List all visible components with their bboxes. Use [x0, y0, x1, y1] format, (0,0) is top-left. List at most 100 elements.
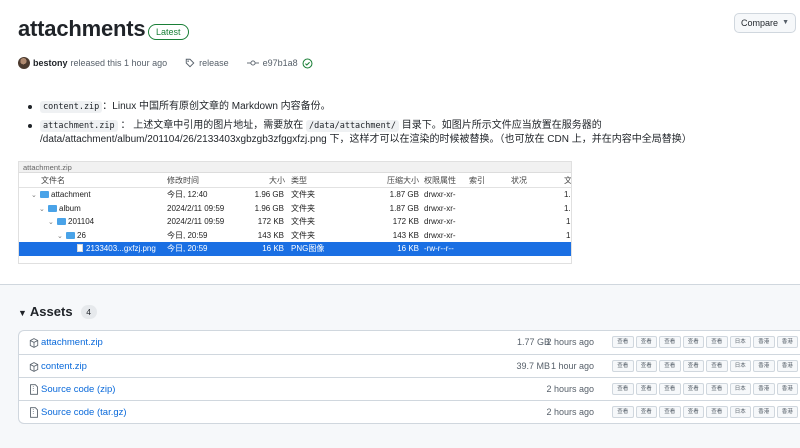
release-notes: content.zip ：Linux 中国所有原创文章的 Markdown 内容备… — [26, 100, 796, 152]
assets-list: attachment.zip 1.77 GB 2 hours ago 查看 查看查… — [18, 330, 800, 424]
file-zip-icon — [30, 407, 38, 418]
mirror-links: 查看 查看 查看 查看 查看 日本 香港 香港 — [612, 336, 798, 348]
col-kind[interactable]: 类型 — [291, 173, 307, 188]
finder-row[interactable]: ⌄ 201104 2024/2/11 09:59 172 KB 文件夹 172 K… — [19, 215, 571, 229]
finder-modified: 2024/2/11 09:59 — [167, 217, 225, 226]
asset-link[interactable]: content.zip — [29, 355, 87, 378]
mirror-link[interactable]: 日本 — [729, 360, 751, 372]
asset-link[interactable]: Source code (zip) — [29, 378, 115, 401]
mirror-link[interactable]: 日本 — [729, 406, 751, 418]
finder-perm: drwxr-xr- — [424, 203, 456, 213]
asset-name: Source code (zip) — [41, 384, 116, 395]
mirror-link[interactable]: 查看 — [659, 360, 681, 372]
finder-size: 172 KB — [257, 217, 284, 226]
asset-time: 2 hours ago — [546, 337, 594, 347]
tag-icon — [185, 58, 195, 68]
finder-row[interactable]: ⌄ album 2024/2/11 09:59 1.96 GB 文件夹 1.87 … — [19, 202, 571, 216]
finder-extra: 1 — [566, 230, 571, 240]
mirror-link[interactable]: 查看 — [635, 360, 657, 372]
finder-row[interactable]: ⌄ 26 今日, 20:59 143 KB 文件夹 143 KB drwxr-xr… — [19, 229, 571, 243]
note-text: ： 上述文章中引用的图片地址，需要放在 — [120, 120, 304, 131]
folder-icon — [57, 218, 66, 225]
assets-toggle[interactable]: ▼ Assets 4 — [18, 304, 97, 319]
note-item: content.zip ：Linux 中国所有原创文章的 Markdown 内容备… — [26, 100, 796, 114]
finder-row-selected[interactable]: 2133403...gxfzj.png 今日, 20:59 16 KB PNG图… — [19, 242, 571, 256]
mirror-link[interactable]: 查看 — [706, 336, 728, 348]
mirror-link[interactable]: 日本 — [729, 383, 751, 395]
inline-code: content.zip — [40, 101, 103, 113]
mirror-link[interactable]: 香港 — [776, 383, 798, 395]
package-icon — [29, 361, 39, 372]
mirror-link[interactable]: 查看 — [682, 360, 704, 372]
note-item: attachment.zip ： 上述文章中引用的图片地址，需要放在 /data… — [26, 119, 796, 147]
mirror-link[interactable]: 查看 — [612, 336, 634, 348]
mirror-links: 查看 查看 查看 查看 查看 日本 香港 香港 — [612, 383, 798, 395]
mirror-link[interactable]: 香港 — [753, 383, 775, 395]
avatar[interactable] — [18, 57, 30, 69]
asset-row: Source code (zip) 2 hours ago 查看 查看 查看 查看 查看… — [19, 377, 800, 400]
finder-row[interactable]: ⌄ attachment 今日, 12:40 1.96 GB 文件夹 1.87 G… — [19, 188, 571, 202]
inline-code: /data/attachment/ — [306, 120, 399, 132]
folder-icon — [66, 231, 75, 239]
finder-kind: 文件夹 — [291, 217, 315, 226]
mirror-link[interactable]: 日本 — [729, 336, 751, 348]
compare-button[interactable]: Compare ▼ — [734, 13, 796, 33]
mirror-link[interactable]: 查看 — [682, 383, 704, 395]
asset-link[interactable]: Source code (tar.gz) — [29, 401, 127, 424]
asset-time: 1 hour ago — [550, 361, 594, 371]
mirror-link[interactable]: 香港 — [776, 360, 798, 372]
mirror-link[interactable]: 查看 — [659, 383, 681, 395]
note-text: /data/attachment/album/201104/26/2133403… — [40, 134, 692, 145]
mirror-link[interactable]: 香港 — [753, 336, 775, 348]
release-card: attachments Latest Compare ▼ bestony rel… — [0, 0, 800, 285]
finder-name: attachment — [51, 190, 91, 199]
asset-name: attachment.zip — [41, 337, 103, 348]
mirror-link[interactable]: 查看 — [659, 406, 681, 418]
col-extra[interactable]: 文 — [564, 173, 571, 188]
compare-label: Compare — [741, 18, 779, 28]
mirror-link[interactable]: 查看 — [659, 336, 681, 348]
finder-screenshot: attachment.zip 文件名 修改时间 大小 类型 压缩大小 权限属性 … — [18, 161, 572, 264]
col-packed[interactable]: 压缩大小 — [387, 173, 419, 188]
col-modified[interactable]: 修改时间 — [167, 173, 199, 188]
finder-size: 1.96 GB — [254, 203, 284, 213]
finder-kind: PNG图像 — [291, 244, 325, 253]
col-name[interactable]: 文件名 — [41, 173, 65, 188]
mirror-link[interactable]: 查看 — [635, 383, 657, 395]
mirror-links: 查看 查看 查看 查看 查看 日本 香港 香港 — [612, 360, 798, 372]
asset-size: 1.77 GB — [516, 337, 550, 347]
finder-size: 143 KB — [257, 230, 284, 240]
mirror-link[interactable]: 查看 — [635, 336, 657, 348]
mirror-link[interactable]: 查看 — [706, 360, 728, 372]
commit-link[interactable]: e97b1a8 — [263, 58, 298, 68]
mirror-links: 查看 查看 查看 查看 查看 日本 香港 香港 — [612, 406, 798, 418]
col-index[interactable]: 索引 — [469, 173, 485, 188]
col-size[interactable]: 大小 — [269, 173, 285, 188]
mirror-link[interactable]: 香港 — [776, 406, 798, 418]
asset-time: 2 hours ago — [546, 407, 594, 417]
mirror-link[interactable]: 查看 — [612, 383, 634, 395]
finder-kind: 文件夹 — [291, 230, 315, 240]
mirror-link[interactable]: 查看 — [682, 406, 704, 418]
mirror-link[interactable]: 查看 — [706, 383, 728, 395]
mirror-link[interactable]: 查看 — [682, 336, 704, 348]
finder-extra: 1. — [564, 190, 571, 199]
tag-link[interactable]: release — [199, 58, 229, 68]
file-zip-icon — [30, 384, 38, 395]
finder-name: album — [59, 203, 81, 213]
released-text: released this 1 hour ago — [70, 58, 168, 68]
mirror-link[interactable]: 查看 — [612, 360, 634, 372]
mirror-link[interactable]: 查看 — [612, 406, 634, 418]
mirror-link[interactable]: 查看 — [706, 406, 728, 418]
finder-size: 16 KB — [262, 244, 284, 253]
release-title[interactable]: attachments — [18, 16, 146, 42]
mirror-link[interactable]: 香港 — [753, 406, 775, 418]
finder-window-title: attachment.zip — [19, 162, 571, 173]
col-status[interactable]: 状况 — [511, 173, 527, 188]
mirror-link[interactable]: 香港 — [776, 336, 798, 348]
author-link[interactable]: bestony — [33, 58, 68, 68]
mirror-link[interactable]: 香港 — [753, 360, 775, 372]
asset-link[interactable]: attachment.zip — [29, 331, 103, 354]
col-perm[interactable]: 权限属性 — [424, 173, 456, 188]
mirror-link[interactable]: 查看 — [635, 406, 657, 418]
